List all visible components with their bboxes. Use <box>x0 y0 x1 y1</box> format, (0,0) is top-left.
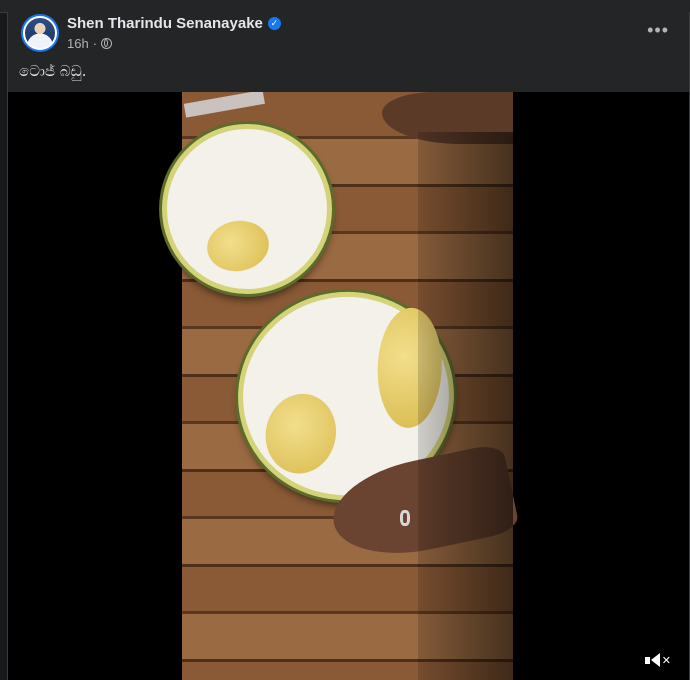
author-avatar[interactable] <box>21 14 59 52</box>
post-caption: ටොජ් බඩු. <box>19 62 87 80</box>
speaker-muted-icon[interactable]: ✕ <box>645 650 671 670</box>
post-card: Shen Tharindu Senanayake ✓ 16h · ••• ටොජ… <box>7 12 690 680</box>
post-meta: 16h · <box>67 36 113 51</box>
video-frame <box>162 92 521 680</box>
knife-image <box>182 92 355 118</box>
author-name[interactable]: Shen Tharindu Senanayake <box>67 15 263 32</box>
avatar-image <box>23 16 57 50</box>
durian-half-top <box>162 124 332 294</box>
post-time[interactable]: 16h <box>67 36 89 51</box>
video-player[interactable]: ✕ <box>8 92 689 680</box>
hand-top <box>382 92 513 144</box>
meta-separator: · <box>92 36 98 51</box>
verified-badge-icon: ✓ <box>267 17 281 30</box>
durian-half-bottom <box>224 277 468 515</box>
globe-icon <box>101 38 113 49</box>
more-options-button[interactable]: ••• <box>647 20 669 41</box>
finger-ring <box>400 510 410 526</box>
author-row: Shen Tharindu Senanayake ✓ <box>67 15 281 32</box>
